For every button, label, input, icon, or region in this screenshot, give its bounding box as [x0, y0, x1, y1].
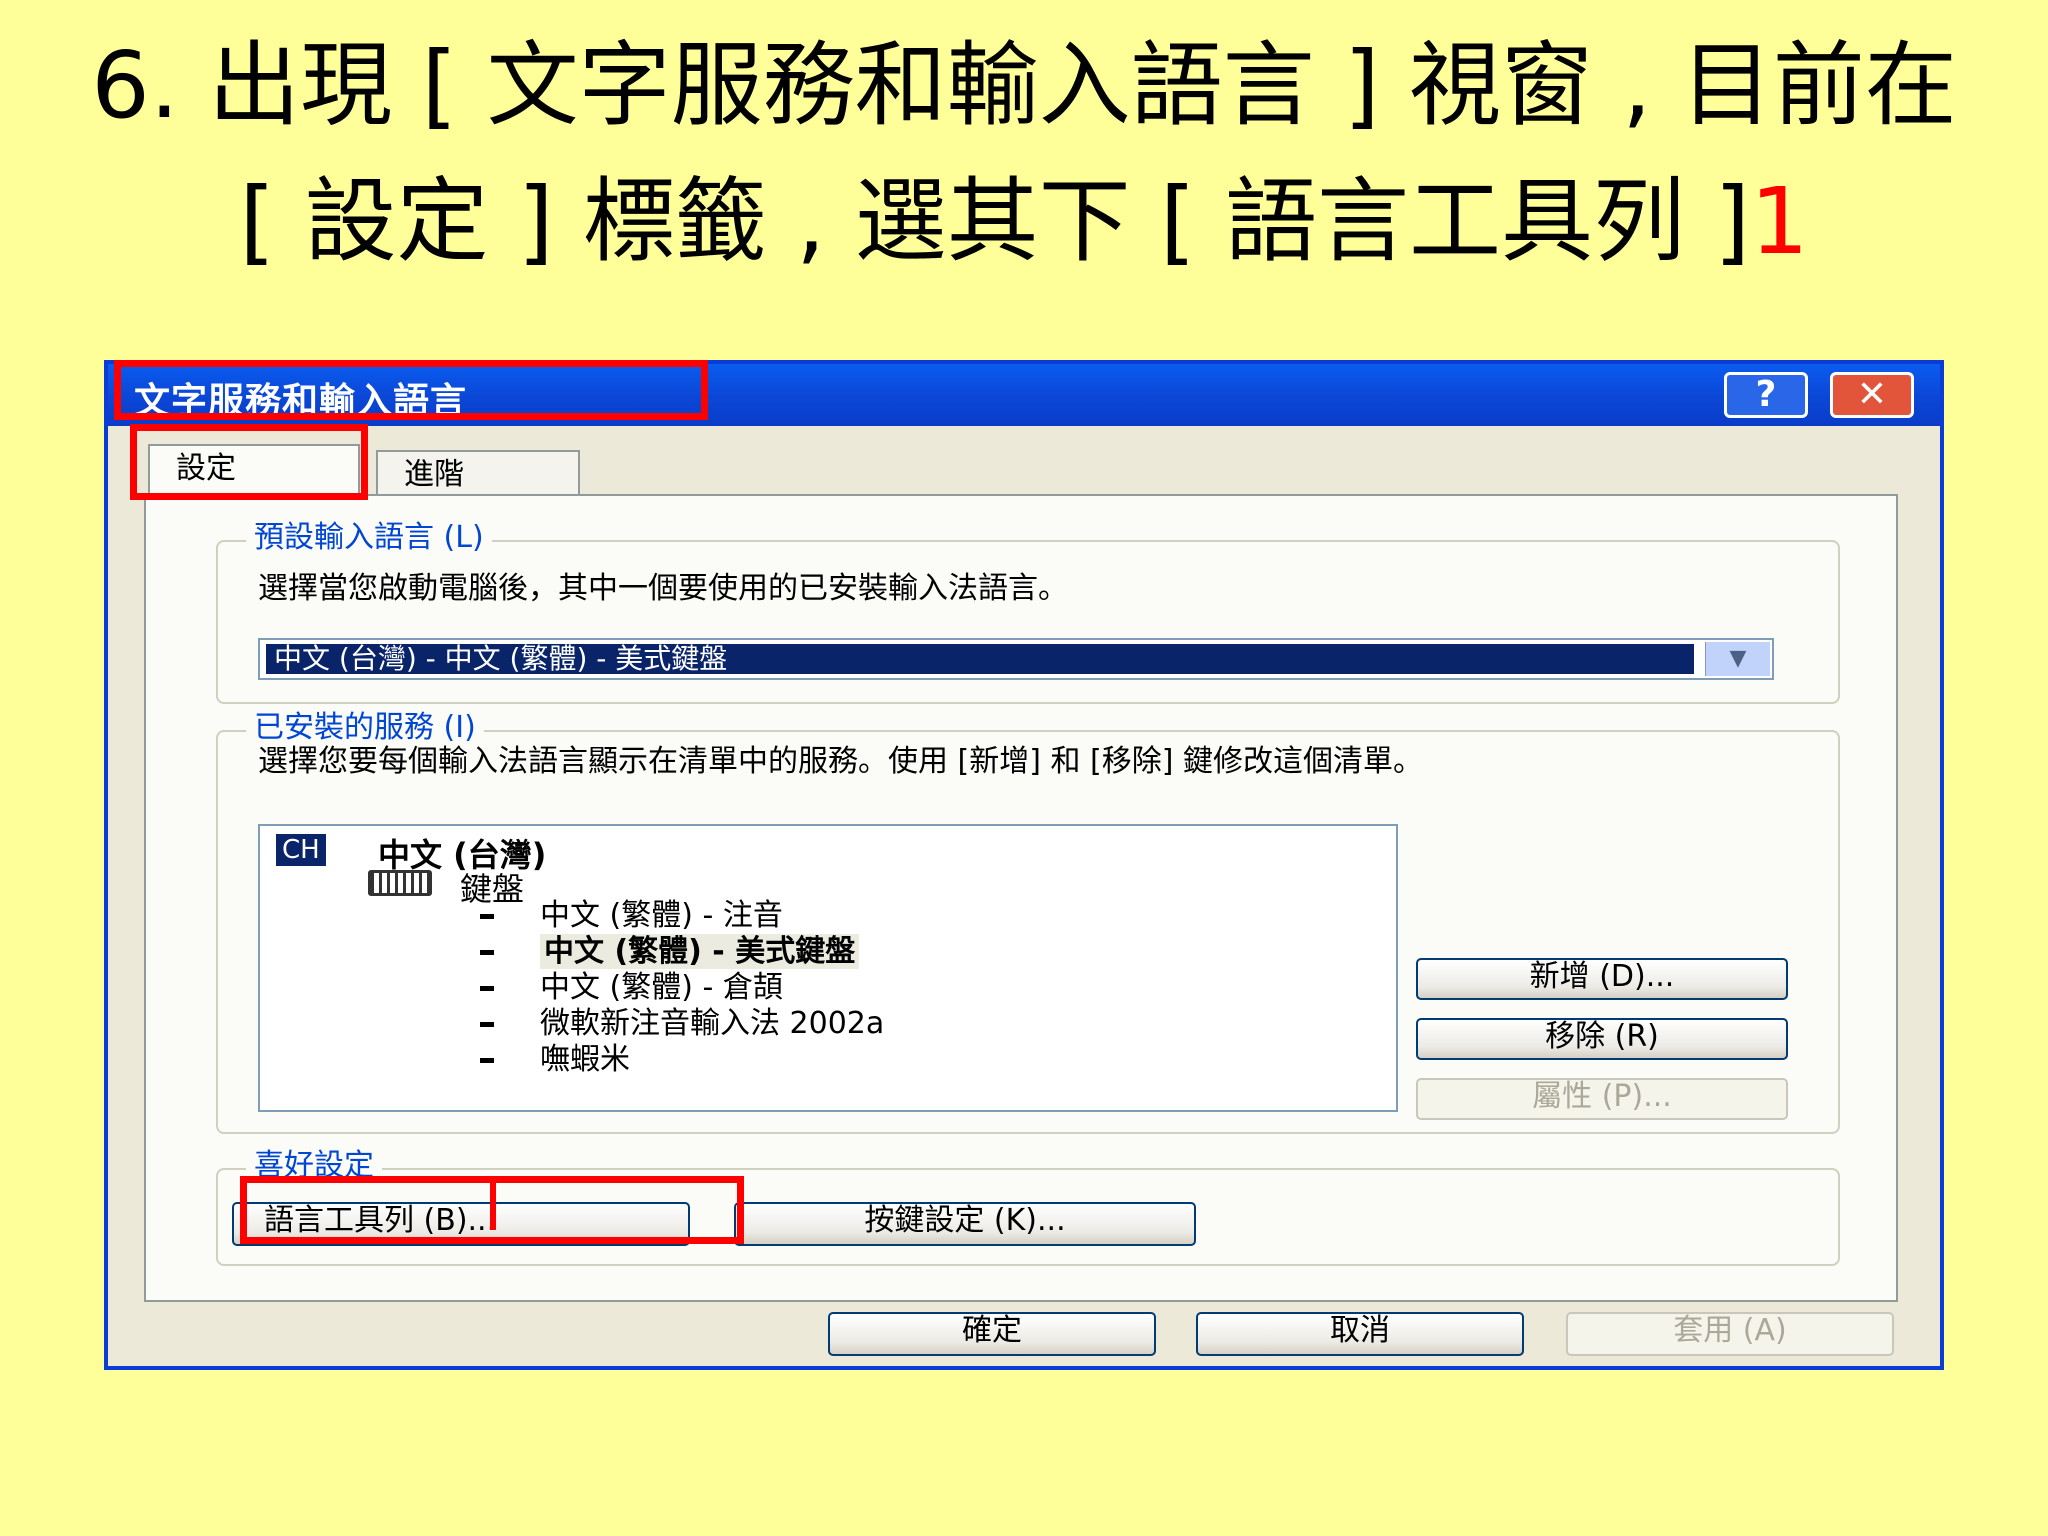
installed-services-list[interactable]: CH 中文 (台灣) 鍵盤 中文 (繁體) - 注音 中文 (繁體) - 美式鍵…	[258, 824, 1398, 1112]
list-item[interactable]: 微軟新注音輸入法 2002a	[480, 1006, 884, 1042]
list-item[interactable]: 中文 (繁體) - 倉頡	[480, 970, 884, 1006]
tab-settings[interactable]: 設定	[148, 444, 360, 500]
default-language-value: 中文 (台灣) - 中文 (繁體) - 美式鍵盤	[266, 644, 1694, 674]
close-button[interactable]: ✕	[1830, 372, 1914, 418]
key-settings-button[interactable]: 按鍵設定 (K)...	[734, 1202, 1196, 1246]
ok-button[interactable]: 確定	[828, 1312, 1156, 1356]
installed-services-group: 已安裝的服務 (I) 選擇您要每個輸入法語言顯示在清單中的服務。使用 [新增] …	[216, 708, 1840, 1134]
slide-title-number: 1	[1750, 168, 1809, 275]
installed-services-description: 選擇您要每個輸入法語言顯示在清單中的服務。使用 [新增] 和 [移除] 鍵修改這…	[258, 744, 1423, 779]
installed-services-legend: 已安裝的服務 (I)	[246, 708, 484, 748]
cancel-button[interactable]: 取消	[1196, 1312, 1524, 1356]
slide-title: 6. 出現 [ 文字服務和輸入語言 ] 視窗 , 目前在 [ 設定 ] 標籤 ,…	[60, 18, 1988, 290]
language-bar-button[interactable]: 語言工具列 (B)...	[232, 1202, 690, 1246]
ime-list: 中文 (繁體) - 注音 中文 (繁體) - 美式鍵盤 中文 (繁體) - 倉頡…	[480, 898, 884, 1078]
default-language-description: 選擇當您啟動電腦後，其中一個要使用的已安裝輸入法語言。	[258, 571, 1068, 606]
list-item[interactable]: 嘸蝦米	[480, 1042, 884, 1078]
tab-advanced[interactable]: 進階	[376, 450, 580, 500]
help-icon: ?	[1755, 374, 1777, 415]
close-icon: ✕	[1856, 374, 1888, 415]
text-services-dialog: 文字服務和輸入語言 ? ✕ 設定 進階 預設輸入語言 (L) 選擇當您啟動電腦後…	[104, 360, 1944, 1370]
text-cursor-marker	[490, 1180, 496, 1230]
preferences-legend: 喜好設定	[246, 1146, 382, 1186]
add-button[interactable]: 新增 (D)...	[1416, 958, 1788, 1000]
list-item[interactable]: 中文 (繁體) - 美式鍵盤	[480, 934, 884, 970]
apply-button[interactable]: 套用 (A)	[1566, 1312, 1894, 1356]
dialog-titlebar[interactable]: 文字服務和輸入語言 ? ✕	[108, 364, 1940, 426]
list-item[interactable]: 中文 (繁體) - 注音	[480, 898, 884, 934]
default-language-select[interactable]: 中文 (台灣) - 中文 (繁體) - 美式鍵盤 ▼	[258, 638, 1774, 680]
slide-title-text: 6. 出現 [ 文字服務和輸入語言 ] 視窗 , 目前在 [ 設定 ] 標籤 ,…	[91, 32, 1957, 275]
keyboard-icon	[368, 870, 432, 896]
default-language-legend: 預設輸入語言 (L)	[246, 518, 492, 558]
settings-panel: 預設輸入語言 (L) 選擇當您啟動電腦後，其中一個要使用的已安裝輸入法語言。 中…	[144, 494, 1898, 1302]
help-button[interactable]: ?	[1724, 372, 1808, 418]
default-language-group: 預設輸入語言 (L) 選擇當您啟動電腦後，其中一個要使用的已安裝輸入法語言。 中…	[216, 518, 1840, 704]
remove-button[interactable]: 移除 (R)	[1416, 1018, 1788, 1060]
language-code-badge: CH	[276, 834, 326, 866]
dialog-title: 文字服務和輸入語言	[134, 381, 468, 422]
properties-button[interactable]: 屬性 (P)...	[1416, 1078, 1788, 1120]
chevron-down-icon[interactable]: ▼	[1705, 642, 1770, 676]
